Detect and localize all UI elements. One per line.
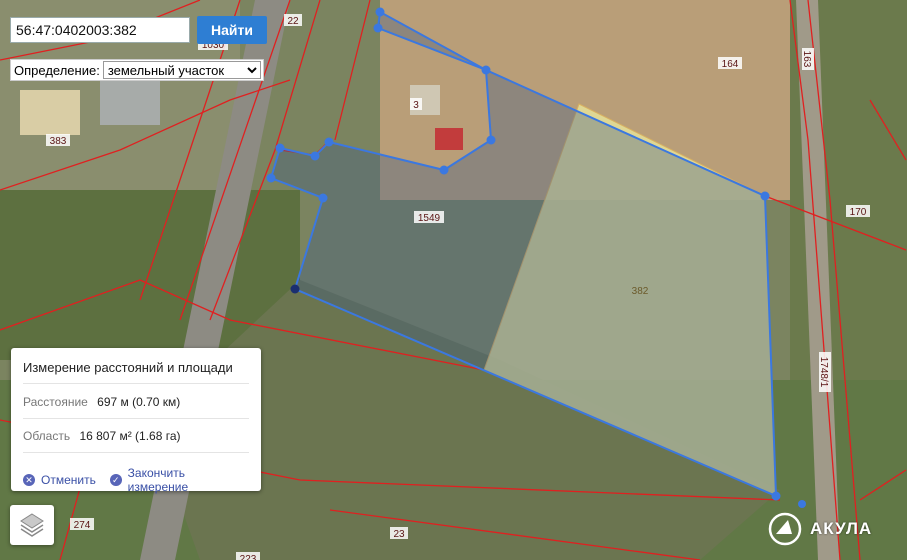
building-red-roof [435, 128, 463, 150]
building-roof [100, 80, 160, 125]
divider [23, 452, 249, 453]
measure-vertex-start[interactable] [290, 284, 300, 294]
layers-button[interactable] [10, 505, 54, 545]
area-value: 16 807 м² (1.68 га) [79, 429, 181, 443]
parcel-label-3: 3 [413, 100, 419, 111]
label-223: 223 [236, 552, 260, 560]
distance-value: 697 м (0.70 км) [97, 395, 181, 409]
layers-icon [20, 513, 44, 537]
measure-vertex[interactable] [439, 165, 449, 175]
check-icon: ✓ [109, 474, 122, 486]
cancel-label: Отменить [41, 473, 96, 487]
measure-vertex[interactable] [266, 173, 276, 183]
label-1549: 1549 [414, 211, 444, 224]
parcel-label-1549: 1549 [418, 213, 441, 224]
label-382: 382 [632, 286, 649, 297]
parcel-label-22: 22 [287, 16, 299, 27]
label-164: 164 [718, 57, 742, 70]
distance-row: Расстояние 697 м (0.70 км) [23, 395, 180, 409]
measure-panel: Измерение расстояний и площади Расстояни… [11, 348, 261, 494]
label-22: 22 [284, 14, 302, 27]
parcel-label-170: 170 [850, 207, 867, 218]
measure-vertex[interactable] [771, 491, 781, 501]
measure-vertex[interactable] [373, 23, 383, 33]
divider [23, 418, 249, 419]
close-icon: ✕ [23, 474, 35, 486]
measure-vertex[interactable] [375, 7, 385, 17]
parcel-label-163: 163 [801, 51, 812, 68]
logo-text: АКУЛА [810, 519, 873, 538]
parcel-label-164: 164 [722, 59, 739, 70]
building-383 [20, 90, 80, 135]
divider [23, 383, 249, 384]
parcel-label-223: 223 [240, 554, 257, 560]
search-button[interactable]: Найти [197, 16, 267, 44]
measure-actions: ✕ Отменить ✓ Закончить измерение [23, 466, 261, 494]
definition-row: Определение: земельный участок [10, 59, 264, 81]
label-274: 274 [70, 518, 94, 531]
measure-cursor-point[interactable] [798, 500, 806, 508]
measure-vertex[interactable] [324, 137, 334, 147]
parcel-label-23: 23 [393, 529, 405, 540]
measure-vertex[interactable] [486, 135, 496, 145]
measure-vertex[interactable] [760, 191, 770, 201]
finish-measure-button[interactable]: ✓ Закончить измерение [109, 466, 247, 494]
area-row: Область 16 807 м² (1.68 га) [23, 429, 181, 443]
parcel-label-382: 382 [632, 286, 649, 297]
label-170: 170 [846, 205, 870, 218]
definition-label: Определение: [14, 62, 100, 78]
measure-vertex[interactable] [275, 143, 285, 153]
akula-logo: АКУЛА [768, 512, 872, 546]
label-23: 23 [390, 527, 408, 540]
label-163: 163 [801, 48, 814, 70]
label-383: 383 [46, 134, 70, 147]
label-3: 3 [410, 98, 422, 111]
label-1748-1: 1748/1 [818, 352, 831, 392]
cadastral-search-input[interactable] [10, 17, 190, 43]
search-bar: Найти [10, 16, 267, 44]
measure-vertex[interactable] [481, 65, 491, 75]
shark-logo-icon [768, 512, 802, 546]
parcel-label-1748-1: 1748/1 [818, 357, 829, 388]
cancel-measure-button[interactable]: ✕ Отменить [23, 473, 96, 487]
parcel-label-383: 383 [50, 136, 67, 147]
finish-label: Закончить измерение [127, 466, 189, 494]
area-label: Область [23, 429, 71, 443]
parcel-label-274: 274 [74, 520, 91, 531]
distance-label: Расстояние [23, 395, 88, 409]
definition-select[interactable]: земельный участок [102, 61, 261, 79]
measure-panel-title: Измерение расстояний и площади [23, 360, 233, 375]
measure-vertex[interactable] [310, 151, 320, 161]
measure-vertex[interactable] [318, 193, 328, 203]
